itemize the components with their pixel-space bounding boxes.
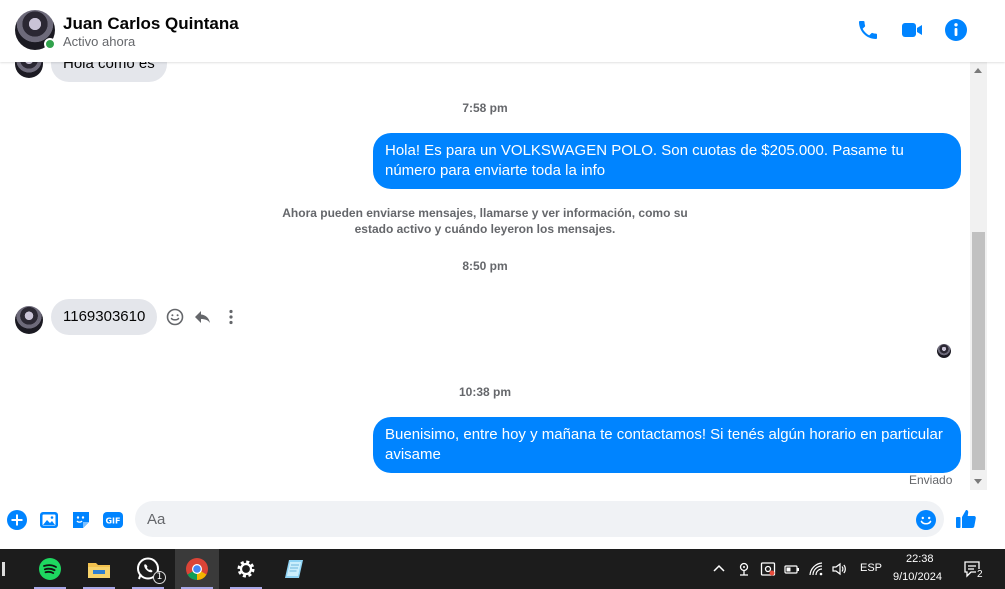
wifi-icon[interactable] xyxy=(808,561,824,577)
battery-icon[interactable] xyxy=(784,561,800,577)
reply-icon[interactable] xyxy=(193,307,213,327)
message-composer: GIF xyxy=(0,490,1005,549)
contact-status: Activo ahora xyxy=(63,34,136,49)
scroll-down-arrow[interactable] xyxy=(974,479,982,484)
read-receipt-avatar xyxy=(937,344,951,358)
message-incoming[interactable]: 1169303610 xyxy=(51,299,158,335)
system-notice: Ahora pueden enviarse mensajes, llamarse… xyxy=(282,206,688,236)
gif-icon[interactable]: GIF xyxy=(102,509,124,531)
contact-name[interactable]: Juan Carlos Quintana xyxy=(63,14,239,34)
security-shield-icon[interactable] xyxy=(760,561,776,577)
volume-icon[interactable] xyxy=(831,561,847,577)
windows-taskbar: 1 ESP 22:38 9/10/2024 2 xyxy=(0,549,1005,589)
taskbar-app-chrome[interactable] xyxy=(175,549,219,589)
settings-icon xyxy=(237,560,255,578)
clock-time[interactable]: 22:38 xyxy=(906,553,934,565)
chat-scrollbar[interactable] xyxy=(970,62,987,490)
message-input[interactable] xyxy=(135,501,944,537)
video-call-icon[interactable] xyxy=(900,18,924,42)
notes-icon xyxy=(285,560,303,578)
timestamp-separator: 7:58 pm xyxy=(462,101,508,115)
timestamp-separator: 10:38 pm xyxy=(458,385,512,399)
clock-date[interactable]: 9/10/2024 xyxy=(893,571,942,583)
info-icon[interactable] xyxy=(944,18,968,42)
conversation-header: Juan Carlos Quintana Activo ahora xyxy=(0,0,1005,62)
react-emoji-icon[interactable] xyxy=(165,307,185,327)
notification-count: 2 xyxy=(976,569,984,580)
input-language-indicator[interactable]: ESP xyxy=(860,562,882,574)
chrome-icon xyxy=(186,558,208,580)
taskbar-app-spotify[interactable] xyxy=(28,549,72,589)
contact-avatar-wrap[interactable] xyxy=(15,10,56,50)
online-indicator xyxy=(44,38,56,50)
message-outgoing[interactable]: Hola! Es para un VOLKSWAGEN POLO. Son cu… xyxy=(373,133,961,189)
photo-gallery-icon[interactable] xyxy=(38,509,60,531)
like-thumbs-up-icon[interactable] xyxy=(954,507,978,531)
scroll-up-arrow[interactable] xyxy=(974,68,982,73)
contact-small-avatar[interactable] xyxy=(15,306,43,334)
message-outgoing[interactable]: Buenisimo, entre hoy y mañana te contact… xyxy=(373,417,961,473)
whatsapp-unread-badge: 1 xyxy=(153,571,166,584)
phone-icon[interactable] xyxy=(856,18,880,42)
more-options-icon[interactable] xyxy=(221,307,241,327)
scroll-thumb[interactable] xyxy=(972,232,985,470)
message-list[interactable]: Hola como es 7:58 pm Hola! Es para un VO… xyxy=(0,62,970,490)
delivery-status: Enviado xyxy=(909,473,953,487)
task-view-icon[interactable] xyxy=(0,561,6,577)
timestamp-separator: 8:50 pm xyxy=(462,259,508,273)
show-hidden-icons-chevron-up-icon[interactable] xyxy=(711,561,727,577)
taskbar-app-settings[interactable] xyxy=(224,549,268,589)
taskbar-app-whatsapp[interactable]: 1 xyxy=(126,549,170,589)
taskbar-app-notes[interactable] xyxy=(273,549,317,589)
taskbar-app-file-explorer[interactable] xyxy=(77,549,121,589)
file-explorer-icon xyxy=(88,563,110,578)
spotify-icon xyxy=(39,558,61,580)
sticker-icon[interactable] xyxy=(70,509,92,531)
add-plus-icon[interactable] xyxy=(6,509,28,531)
message-incoming[interactable]: Hola como es xyxy=(51,62,167,82)
svg-text:GIF: GIF xyxy=(105,517,120,526)
messenger-window: Juan Carlos Quintana Activo ahora Hola c… xyxy=(0,0,1005,589)
webcam-icon[interactable] xyxy=(736,561,752,577)
contact-small-avatar[interactable] xyxy=(15,62,43,78)
emoji-icon[interactable] xyxy=(915,509,937,531)
